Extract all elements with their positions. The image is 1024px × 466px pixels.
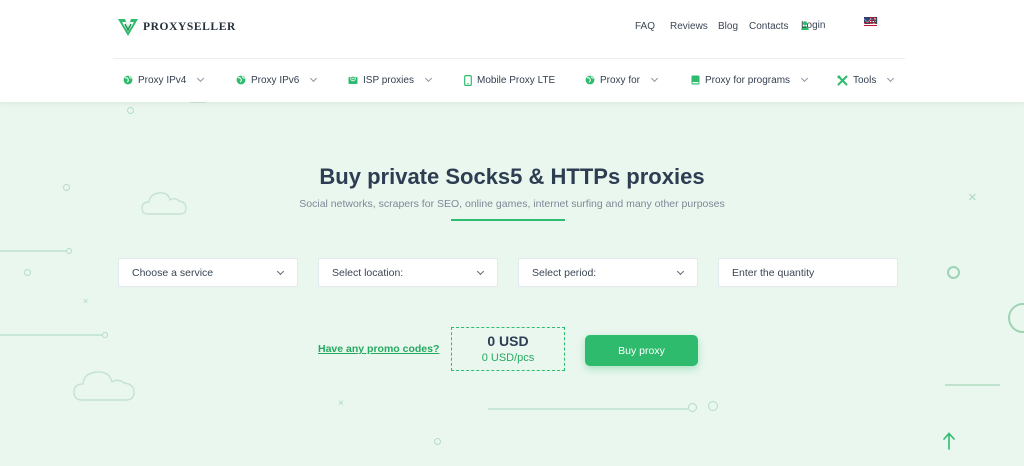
decor-circle: [947, 266, 960, 279]
header-divider: [113, 58, 905, 59]
decor-x: ×: [338, 398, 344, 409]
globe-icon: [585, 75, 595, 85]
nav-tools[interactable]: Tools: [837, 72, 895, 88]
decor-circle: [66, 248, 72, 254]
map-icon: [348, 75, 358, 84]
phone-icon: [464, 74, 472, 86]
nav-proxy-ipv4[interactable]: Proxy IPv4: [123, 72, 205, 88]
nav-label: ISP proxies: [363, 74, 414, 86]
chevron-down-icon: [476, 267, 485, 276]
decor-circle: [1008, 303, 1024, 333]
decor-line: [488, 408, 688, 410]
unit-price: 0 USD/pcs: [481, 352, 535, 364]
login-label: Login: [801, 20, 826, 31]
scroll-to-top-icon[interactable]: [943, 432, 955, 450]
tools-icon: [837, 75, 848, 85]
decor-line: [0, 250, 66, 252]
chevron-down-icon: [424, 74, 432, 83]
chevron-down-icon: [310, 74, 318, 83]
location-select-value: Select location:: [332, 266, 404, 279]
decor-circle: [708, 401, 718, 411]
decor-circle: [127, 107, 134, 114]
decor-x: ×: [83, 296, 89, 306]
service-select-value: Choose a service: [132, 266, 214, 279]
blog-link[interactable]: Blog: [718, 21, 738, 32]
decor-line: [945, 384, 1000, 386]
promo-code-link[interactable]: Have any promo codes?: [318, 343, 439, 355]
buy-proxy-button[interactable]: Buy proxy: [585, 335, 698, 366]
login-button[interactable]: Login: [801, 20, 825, 31]
nav-label: Proxy for programs: [705, 74, 791, 86]
nav-label: Proxy IPv4: [138, 74, 187, 86]
chevron-down-icon: [800, 74, 809, 83]
decor-circle: [688, 403, 697, 412]
page-title: Buy private Socks5 & HTTPs proxies: [319, 164, 705, 189]
nav-label: Tools: [853, 74, 877, 86]
nav-proxy-for[interactable]: Proxy for: [585, 72, 659, 88]
logo[interactable]: PROXYSELLER: [117, 16, 236, 38]
brand-name: PROXYSELLER: [143, 21, 236, 33]
nav-proxy-for-programs[interactable]: Proxy for programs: [691, 72, 809, 88]
globe-icon: [123, 75, 133, 85]
decor-circle: [434, 438, 441, 445]
cloud-icon: [73, 371, 135, 401]
location-select[interactable]: Select location:: [318, 258, 498, 287]
globe-icon: [236, 75, 246, 85]
period-select[interactable]: Select period:: [518, 258, 698, 287]
quantity-placeholder: Enter the quantity: [732, 266, 815, 279]
total-price: 0 USD: [487, 333, 529, 349]
chevron-down-icon: [887, 74, 895, 83]
nav-label: Proxy IPv6: [251, 74, 300, 86]
page-subtitle: Social networks, scrapers for SEO, onlin…: [299, 198, 725, 210]
period-select-value: Select period:: [532, 266, 597, 279]
chevron-down-icon: [276, 267, 285, 276]
quantity-input[interactable]: Enter the quantity: [718, 258, 898, 287]
chevron-down-icon: [650, 74, 659, 83]
decor-circle: [24, 269, 31, 276]
logo-icon: [118, 19, 138, 36]
site-header: PROXYSELLER FAQ Reviews Blog Contacts Lo…: [0, 0, 1024, 102]
chevron-down-icon: [197, 74, 205, 83]
reviews-link[interactable]: Reviews: [670, 21, 708, 32]
service-select[interactable]: Choose a service: [118, 258, 298, 287]
nav-label: Mobile Proxy LTE: [477, 74, 556, 86]
faq-link[interactable]: FAQ: [635, 21, 655, 32]
chevron-down-icon: [676, 267, 685, 276]
title-underline: [451, 219, 565, 221]
nav-label: Proxy for: [600, 74, 641, 86]
book-icon: [691, 75, 700, 85]
contacts-link[interactable]: Contacts: [749, 21, 788, 32]
nav-mobile-proxy-lte[interactable]: Mobile Proxy LTE: [464, 72, 555, 88]
nav-isp-proxies[interactable]: ISP proxies: [348, 72, 432, 88]
price-summary: 0 USD 0 USD/pcs: [451, 327, 565, 371]
nav-proxy-ipv6[interactable]: Proxy IPv6: [236, 72, 318, 88]
decor-line: [0, 334, 102, 336]
decor-circle: [102, 332, 108, 338]
